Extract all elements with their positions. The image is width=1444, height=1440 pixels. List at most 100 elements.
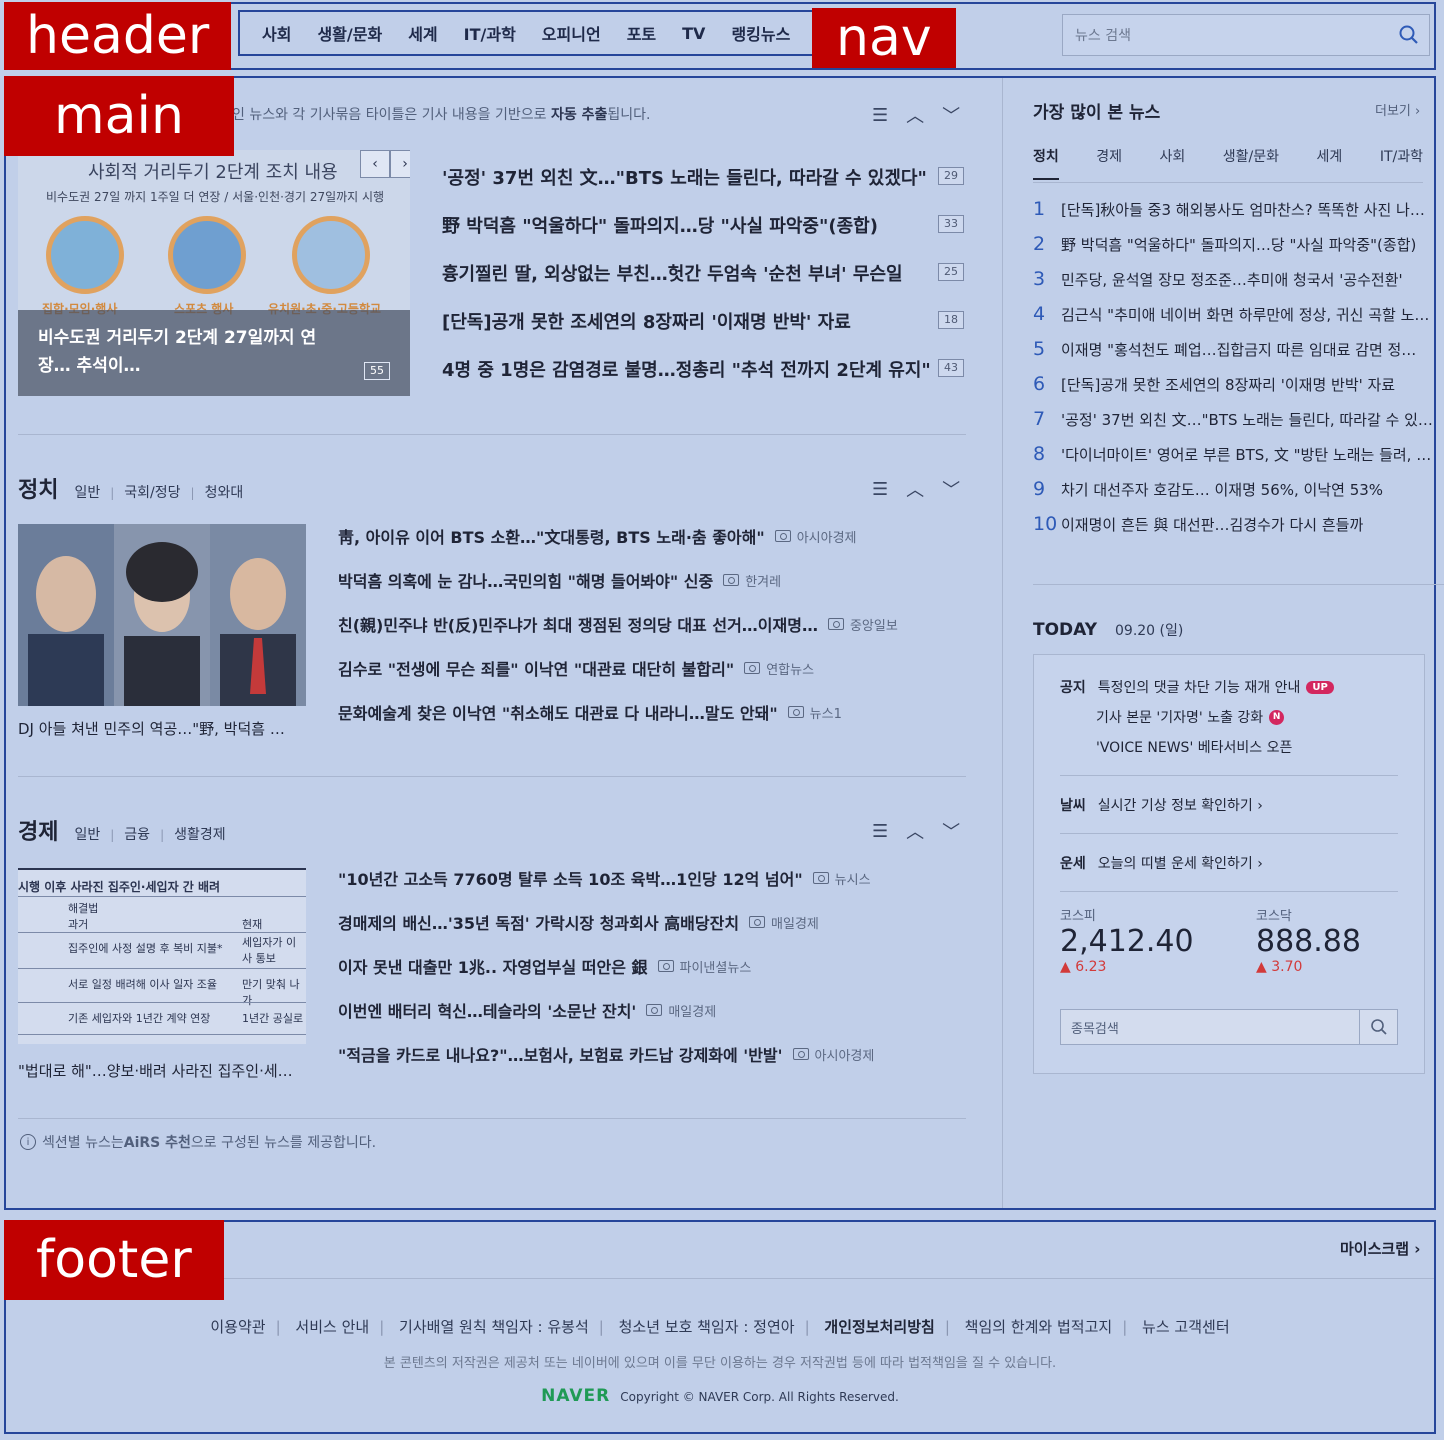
footer-link-legal[interactable]: 책임의 한계와 법적고지 <box>965 1318 1113 1336</box>
chevron-down-icon[interactable]: ﹀ <box>942 476 960 502</box>
chevron-up-icon[interactable]: ︿ <box>906 818 924 844</box>
article-title[interactable]: 이번엔 배터리 혁신…테슬라의 '소문난 잔치' <box>338 998 636 1022</box>
headline-item[interactable]: 野 박덕흠 "억울하다" 돌파의지…당 "사실 파악중"(종합) <box>442 212 878 238</box>
kosdaq-widget[interactable]: 코스닥 888.88 ▲ 3.70 <box>1256 905 1361 975</box>
politics-article[interactable]: 靑, 아이유 이어 BTS 소환…"文대통령, BTS 노래·춤 좋아해" 아시… <box>338 524 857 548</box>
ranking-item[interactable]: 1 [단독]秋아들 중3 해외봉사도 엄마찬스? 똑똑한 사진 나… <box>1033 198 1425 220</box>
nav-item-world[interactable]: 세계 <box>408 21 437 45</box>
footer-link-service[interactable]: 서비스 안내 <box>295 1318 369 1336</box>
politics-photo-caption[interactable]: DJ 아들 쳐낸 민주의 역공…"野, 박덕흠 … <box>18 718 285 739</box>
economy-article[interactable]: 이자 못낸 대출만 1兆.. 자영업부실 떠안은 銀 파이낸셜뉴스 <box>338 954 751 978</box>
politics-article[interactable]: 박덕흠 의혹에 눈 감나…국민의힘 "해명 들어봐야" 신중 한겨레 <box>338 568 781 592</box>
featured-title[interactable]: 비수도권 거리두기 2단계 27일까지 연장… 추석이… <box>38 324 338 380</box>
rank-title[interactable]: '공정' 37번 외친 文…"BTS 노래는 들린다, 따라갈 수 있… <box>1061 409 1433 430</box>
footer-link-article-principle[interactable]: 기사배열 원칙 책임자 : 유봉석 <box>399 1318 589 1336</box>
notice-item[interactable]: 기사 본문 '기자명' 노출 강화 <box>1096 707 1263 727</box>
nav-item-life[interactable]: 생활/문화 <box>317 21 382 45</box>
footer-link-privacy[interactable]: 개인정보처리방침 <box>824 1318 934 1336</box>
news-search-box[interactable]: 뉴스 검색 <box>1062 14 1430 56</box>
nav-item-ranking[interactable]: 랭킹뉴스 <box>731 21 790 45</box>
economy-photo-caption[interactable]: "법대로 해"…양보·배려 사라진 집주인·세… <box>18 1060 293 1081</box>
list-menu-icon[interactable]: ☰ <box>872 105 888 126</box>
chevron-left-icon[interactable]: ‹ <box>360 150 390 178</box>
search-icon[interactable] <box>1359 1010 1397 1044</box>
list-menu-icon[interactable]: ☰ <box>872 821 888 842</box>
my-scrap-link[interactable]: 마이스크랩 › <box>1340 1238 1420 1259</box>
weather-link[interactable]: 실시간 기상 정보 확인하기 › <box>1098 795 1263 815</box>
tab-it[interactable]: IT/과학 <box>1380 146 1423 180</box>
headline-item[interactable]: '공정' 37번 외친 文…"BTS 노래는 들린다, 따라갈 수 있겠다" <box>442 164 927 190</box>
chevron-down-icon[interactable]: ﹀ <box>942 818 960 844</box>
chevron-up-icon[interactable]: ︿ <box>906 476 924 502</box>
rank-title[interactable]: 차기 대선주자 호감도… 이재명 56%, 이낙연 53% <box>1061 479 1383 500</box>
politics-article[interactable]: 김수로 "전생에 무슨 죄를" 이낙연 "대관료 대단히 불합리" 연합뉴스 <box>338 656 814 680</box>
list-menu-icon[interactable]: ☰ <box>872 479 888 500</box>
chevron-down-icon[interactable]: ﹀ <box>942 102 960 128</box>
chevron-right-icon[interactable]: › <box>390 150 410 178</box>
ranking-item[interactable]: 5 이재명 "홍석천도 폐업…집합금지 따른 임대료 감면 정… <box>1033 338 1416 360</box>
politics-sub-general[interactable]: 일반 <box>74 482 100 502</box>
notice-row[interactable]: 'VOICE NEWS' 베타서비스 오픈 <box>1096 737 1292 757</box>
economy-article[interactable]: "적금을 카드로 내나요?"…보험사, 보험료 카드납 강제화에 '반발' 아시… <box>338 1042 874 1066</box>
economy-sub-finance[interactable]: 금융 <box>124 824 150 844</box>
rank-title[interactable]: 김근식 "추미애 네이버 화면 하루만에 정상, 귀신 곡할 노… <box>1061 304 1429 325</box>
article-title[interactable]: 靑, 아이유 이어 BTS 소환…"文대통령, BTS 노래·춤 좋아해" <box>338 524 765 548</box>
featured-card[interactable]: 사회적 거리두기 2단계 조치 내용 비수도권 27일 까지 1주일 더 연장 … <box>18 150 410 396</box>
tab-world[interactable]: 세계 <box>1317 146 1343 180</box>
naver-logo[interactable]: NAVER <box>541 1386 610 1406</box>
notice-item[interactable]: 특정인의 댓글 차단 기능 재개 안내 <box>1098 677 1301 697</box>
rank-title[interactable]: 野 박덕흠 "억울하다" 돌파의지…당 "사실 파악중"(종합) <box>1061 234 1416 255</box>
tab-life[interactable]: 생활/문화 <box>1223 146 1279 180</box>
news-search-input[interactable]: 뉴스 검색 <box>1063 25 1389 45</box>
fortune-row[interactable]: 운세 오늘의 띠별 운세 확인하기 › <box>1060 853 1263 873</box>
nav-item-opinion[interactable]: 오피니언 <box>542 21 601 45</box>
economy-article[interactable]: "10년간 고소득 7760명 탈루 소득 10조 육박…1인당 12억 넘어"… <box>338 866 871 890</box>
ranking-item[interactable]: 8 '다이너마이트' 영어로 부른 BTS, 文 "방탄 노래는 들려, … <box>1033 443 1431 465</box>
fortune-link[interactable]: 오늘의 띠별 운세 확인하기 › <box>1098 853 1263 873</box>
footer-link-help[interactable]: 뉴스 고객센터 <box>1142 1318 1230 1336</box>
rank-title[interactable]: [단독]공개 못한 조세연의 8장짜리 '이재명 반박' 자료 <box>1061 374 1395 395</box>
economy-article[interactable]: 경매제의 배신…'35년 독점' 가락시장 청과회사 高배당잔치 매일경제 <box>338 910 819 934</box>
rank-title[interactable]: 이재명이 흔든 與 대선판…김경수가 다시 흔들까 <box>1061 514 1363 535</box>
article-title[interactable]: 친(親)민주냐 반(反)민주냐가 최대 쟁점된 정의당 대표 선거…이재명… <box>338 612 818 636</box>
notice-item[interactable]: 'VOICE NEWS' 베타서비스 오픈 <box>1096 737 1292 757</box>
article-title[interactable]: "적금을 카드로 내나요?"…보험사, 보험료 카드납 강제화에 '반발' <box>338 1042 783 1066</box>
politics-sub-assembly[interactable]: 국회/정당 <box>124 482 180 502</box>
article-title[interactable]: 이자 못낸 대출만 1兆.. 자영업부실 떠안은 銀 <box>338 954 648 978</box>
stock-search-box[interactable]: 종목검색 <box>1060 1009 1398 1045</box>
headline-item[interactable]: [단독]공개 못한 조세연의 8장짜리 '이재명 반박' 자료 <box>442 308 851 334</box>
rank-title[interactable]: '다이너마이트' 영어로 부른 BTS, 文 "방탄 노래는 들려, … <box>1061 444 1431 465</box>
weather-row[interactable]: 날씨 실시간 기상 정보 확인하기 › <box>1060 795 1263 815</box>
economy-sub-general[interactable]: 일반 <box>74 824 100 844</box>
search-icon[interactable] <box>1389 25 1429 45</box>
economy-sub-life[interactable]: 생활경제 <box>174 824 226 844</box>
ranking-item[interactable]: 10 이재명이 흔든 與 대선판…김경수가 다시 흔들까 <box>1033 513 1363 535</box>
tab-economy[interactable]: 경제 <box>1096 146 1122 180</box>
nav-item-photo[interactable]: 포토 <box>627 21 656 45</box>
nav-item-tv[interactable]: TV <box>682 24 705 43</box>
politics-article[interactable]: 친(親)민주냐 반(反)민주냐가 최대 쟁점된 정의당 대표 선거…이재명… 중… <box>338 612 898 636</box>
ranking-more-link[interactable]: 더보기 › <box>1375 100 1420 119</box>
ranking-item[interactable]: 3 민주당, 윤석열 장모 정조준…추미애 청국서 '공수전환' <box>1033 268 1403 290</box>
article-title[interactable]: 김수로 "전생에 무슨 죄를" 이낙연 "대관료 대단히 불합리" <box>338 656 734 680</box>
economy-table-image[interactable]: 시행 이후 사라진 집주인·세입자 간 배려 해결법 과거 현재 집주인에 사정… <box>18 868 306 1044</box>
notice-row[interactable]: 기사 본문 '기자명' 노출 강화 N <box>1096 707 1285 727</box>
ranking-item[interactable]: 7 '공정' 37번 외친 文…"BTS 노래는 들린다, 따라갈 수 있… <box>1033 408 1433 430</box>
politics-sub-bluehouse[interactable]: 청와대 <box>205 482 244 502</box>
headline-item[interactable]: 4명 중 1명은 감염경로 불명…정총리 "추석 전까지 2단계 유지" <box>442 356 931 382</box>
chevron-up-icon[interactable]: ︿ <box>906 102 924 128</box>
kospi-widget[interactable]: 코스피 2,412.40 ▲ 6.23 <box>1060 905 1194 975</box>
politics-article[interactable]: 문화예술계 찾은 이낙연 "취소해도 대관료 다 내라니…말도 안돼" 뉴스1 <box>338 700 842 724</box>
headline-item[interactable]: 흉기찔린 딸, 외상없는 부친…헛간 두엄속 '순천 부녀' 무슨일 <box>442 260 903 286</box>
notice-row[interactable]: 공지 특정인의 댓글 차단 기능 재개 안내 UP <box>1060 677 1334 697</box>
ranking-item[interactable]: 6 [단독]공개 못한 조세연의 8장짜리 '이재명 반박' 자료 <box>1033 373 1395 395</box>
ranking-item[interactable]: 4 김근식 "추미애 네이버 화면 하루만에 정상, 귀신 곡할 노… <box>1033 303 1429 325</box>
politics-photo[interactable] <box>18 524 306 706</box>
article-title[interactable]: 박덕흠 의혹에 눈 감나…국민의힘 "해명 들어봐야" 신중 <box>338 568 713 592</box>
footer-link-terms[interactable]: 이용약관 <box>210 1318 265 1336</box>
rank-title[interactable]: 민주당, 윤석열 장모 정조준…추미애 청국서 '공수전환' <box>1061 269 1403 290</box>
economy-title[interactable]: 경제 <box>18 814 58 846</box>
stock-search-input[interactable]: 종목검색 <box>1061 1018 1359 1037</box>
article-title[interactable]: "10년간 고소득 7760명 탈루 소득 10조 육박…1인당 12억 넘어" <box>338 866 803 890</box>
rank-title[interactable]: [단독]秋아들 중3 해외봉사도 엄마찬스? 똑똑한 사진 나… <box>1061 199 1425 220</box>
